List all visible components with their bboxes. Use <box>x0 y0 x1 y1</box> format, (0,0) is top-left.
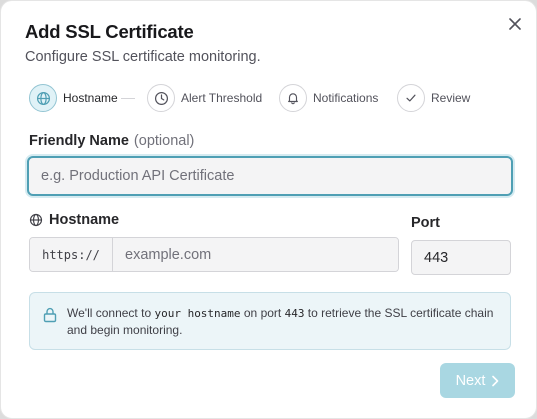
port-label-text: Port <box>411 215 440 231</box>
lock-icon <box>43 307 57 323</box>
stepper: Hostname Alert Threshold Notifications R… <box>29 84 489 112</box>
hostname-input[interactable] <box>113 238 398 271</box>
hostname-label-text: Hostname <box>49 212 120 228</box>
step-notifications-label: Notifications <box>313 91 379 105</box>
optional-hint: (optional) <box>133 133 195 149</box>
step-hostname-label: Hostname <box>63 91 118 105</box>
info-hostname-code: your hostname <box>154 307 241 320</box>
info-port-code: 443 <box>284 307 305 320</box>
close-button[interactable] <box>504 13 526 35</box>
info-callout: We'll connect to your hostname on port 4… <box>29 292 511 350</box>
bell-icon <box>288 93 298 105</box>
step-alert-threshold-indicator <box>147 84 175 112</box>
check-icon <box>406 94 416 102</box>
friendly-name-input[interactable] <box>27 156 513 196</box>
dialog-subtitle: Configure SSL certificate monitoring. <box>25 49 261 65</box>
step-hostname[interactable]: Hostname <box>29 84 118 112</box>
step-review-label: Review <box>431 91 471 105</box>
step-alert-threshold[interactable]: Alert Threshold <box>147 84 262 112</box>
step-review[interactable]: Review <box>397 84 470 112</box>
globe-icon <box>29 213 43 227</box>
info-text-middle: on port <box>240 306 285 320</box>
info-text-before: We'll connect to <box>67 306 155 320</box>
chevron-right-icon <box>492 375 499 386</box>
port-input[interactable] <box>411 240 511 275</box>
friendly-name-label: Friendly Name (optional) <box>29 133 194 149</box>
step-notifications[interactable]: Notifications <box>279 84 378 112</box>
close-icon <box>509 18 521 30</box>
dialog-title: Add SSL Certificate <box>25 21 194 42</box>
step-hostname-indicator <box>29 84 57 112</box>
info-message: We'll connect to your hostname on port 4… <box>67 305 499 338</box>
friendly-name-label-text: Friendly Name <box>29 133 129 149</box>
url-scheme-prefix: https:// <box>30 238 113 271</box>
globe-icon <box>36 91 50 105</box>
port-label: Port <box>411 215 440 231</box>
step-notifications-indicator <box>279 84 307 112</box>
clock-icon <box>154 91 168 105</box>
add-ssl-certificate-dialog: Add SSL Certificate Configure SSL certif… <box>0 0 537 419</box>
step-alert-threshold-label: Alert Threshold <box>181 91 263 105</box>
step-review-indicator <box>397 84 425 112</box>
step-connector <box>121 98 135 99</box>
hostname-label: Hostname <box>29 212 119 228</box>
next-button-label: Next <box>455 372 486 389</box>
hostname-field: https:// <box>29 237 399 272</box>
next-button[interactable]: Next <box>440 363 515 398</box>
